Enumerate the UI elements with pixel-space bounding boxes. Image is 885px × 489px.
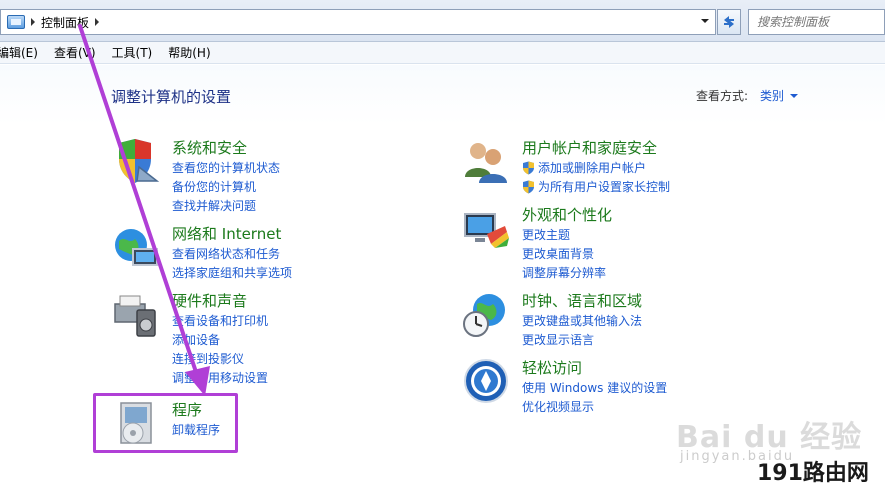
view-by-dropdown[interactable]: 类别	[760, 87, 784, 104]
link-change-theme[interactable]: 更改主题	[522, 225, 606, 244]
page-title: 调整计算机的设置	[111, 88, 232, 106]
link-view-computer-status[interactable]: 查看您的计算机状态	[172, 158, 280, 177]
users-icon	[465, 143, 507, 183]
search-input[interactable]	[749, 10, 884, 34]
link-screen-resolution[interactable]: 调整屏幕分辨率	[522, 263, 606, 282]
category-title[interactable]: 硬件和声音	[172, 290, 247, 311]
category-title[interactable]: 时钟、语言和区域	[522, 290, 642, 311]
address-bar[interactable]: 控制面板	[0, 9, 716, 35]
search-box[interactable]	[748, 9, 885, 35]
globe-clock-icon	[463, 294, 505, 337]
refresh-button[interactable]	[717, 9, 741, 35]
link-mobility-settings[interactable]: 调整常用移动设置	[172, 368, 268, 387]
site-watermark: 191路由网	[757, 461, 869, 486]
category-title[interactable]: 用户帐户和家庭安全	[522, 137, 657, 158]
link-add-remove-accounts[interactable]: 添加或删除用户帐户	[522, 158, 670, 177]
annotation-highlight-box	[93, 393, 238, 453]
link-optimize-video[interactable]: 优化视频显示	[522, 397, 667, 416]
category-title[interactable]: 外观和个性化	[522, 204, 612, 225]
breadcrumb-control-panel[interactable]: 控制面板	[41, 14, 89, 31]
chevron-down-icon[interactable]	[701, 19, 709, 23]
link-keyboard-input[interactable]: 更改键盘或其他输入法	[522, 311, 642, 330]
appearance-monitor-icon	[464, 213, 509, 248]
link-desktop-background[interactable]: 更改桌面背景	[522, 244, 606, 263]
view-by-label: 查看方式:	[696, 89, 749, 103]
link-connect-projector[interactable]: 连接到投影仪	[172, 349, 268, 368]
uac-shield-icon	[523, 180, 534, 193]
link-label: 添加或删除用户帐户	[538, 161, 647, 175]
link-network-status[interactable]: 查看网络状态和任务	[172, 244, 292, 263]
network-globe-icon	[115, 229, 158, 266]
refresh-icon	[724, 16, 734, 28]
link-homegroup-sharing[interactable]: 选择家庭组和共享选项	[172, 263, 292, 282]
printer-speaker-icon	[114, 295, 156, 337]
link-backup-computer[interactable]: 备份您的计算机	[172, 177, 280, 196]
uac-shield-icon	[523, 161, 534, 174]
ease-of-access-icon	[464, 359, 508, 403]
address-bar-row: 控制面板	[0, 0, 885, 42]
link-display-language[interactable]: 更改显示语言	[522, 330, 642, 349]
link-add-device[interactable]: 添加设备	[172, 330, 268, 349]
breadcrumb-arrow-icon[interactable]	[31, 18, 35, 26]
view-by: 查看方式: 类别	[696, 87, 799, 104]
menu-bar: 编辑(E) 查看(V) 工具(T) 帮助(H)	[0, 42, 885, 64]
menu-tools[interactable]: 工具(T)	[104, 44, 161, 61]
menu-edit[interactable]: 编辑(E)	[0, 44, 46, 61]
link-troubleshoot[interactable]: 查找并解决问题	[172, 196, 280, 215]
category-title[interactable]: 系统和安全	[172, 137, 247, 158]
breadcrumb-arrow-icon[interactable]	[95, 18, 100, 26]
menu-help[interactable]: 帮助(H)	[160, 44, 218, 61]
chevron-down-icon[interactable]	[790, 93, 799, 98]
link-windows-recommended[interactable]: 使用 Windows 建议的设置	[522, 378, 667, 397]
link-label: 为所有用户设置家长控制	[538, 180, 671, 194]
category-title[interactable]: 网络和 Internet	[172, 223, 281, 244]
category-title[interactable]: 轻松访问	[522, 357, 582, 378]
control-panel-icon	[7, 15, 25, 29]
menu-view[interactable]: 查看(V)	[46, 44, 104, 61]
link-devices-printers[interactable]: 查看设备和打印机	[172, 311, 268, 330]
link-parental-controls[interactable]: 为所有用户设置家长控制	[522, 177, 670, 196]
system-security-shield-icon	[119, 139, 160, 183]
